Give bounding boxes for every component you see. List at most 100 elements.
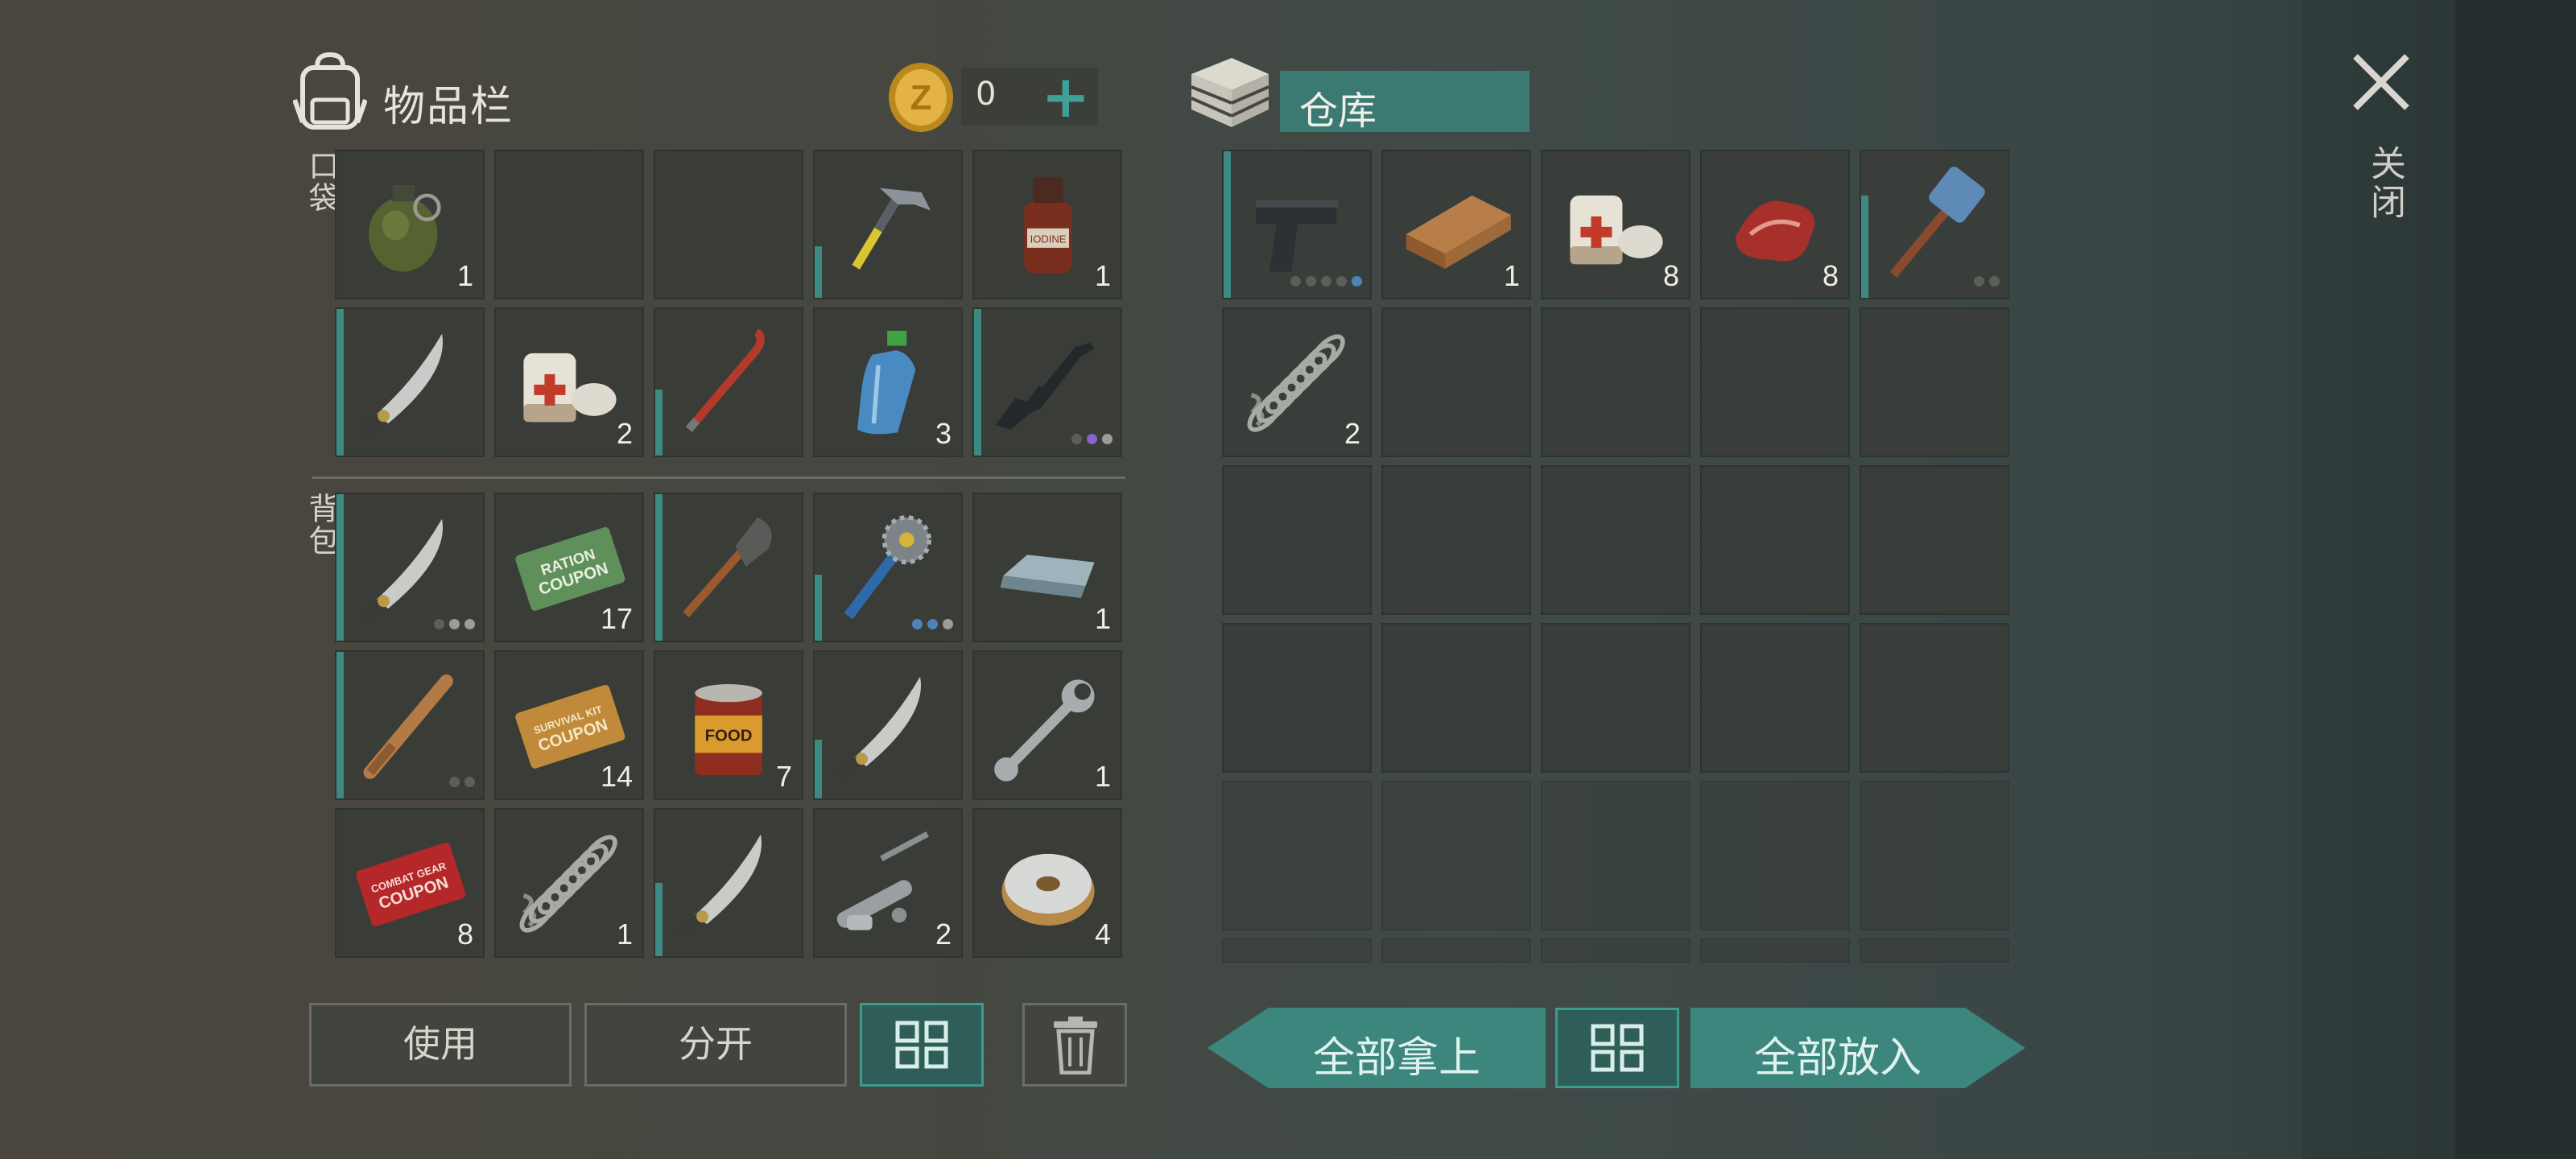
item-count: 2 bbox=[616, 417, 633, 450]
crowbar-icon bbox=[685, 328, 766, 432]
item-slot[interactable]: 4 bbox=[972, 808, 1122, 958]
upgrade-dot bbox=[1974, 276, 1984, 287]
durability-bar bbox=[815, 575, 822, 641]
empty-slot[interactable] bbox=[1381, 781, 1531, 930]
item-slot[interactable] bbox=[335, 307, 485, 457]
saw-club-icon bbox=[844, 515, 931, 620]
item-count: 3 bbox=[935, 417, 952, 450]
machete-icon bbox=[678, 834, 762, 937]
spring-icon bbox=[519, 835, 617, 933]
upgrade-dot bbox=[1352, 276, 1362, 287]
storage-stack-icon bbox=[1191, 58, 1269, 127]
empty-slot[interactable] bbox=[1700, 938, 1850, 963]
durability-bar bbox=[1861, 195, 1868, 298]
empty-slot[interactable] bbox=[1222, 623, 1372, 773]
upgrade-dot bbox=[1290, 276, 1301, 287]
empty-slot[interactable] bbox=[1700, 623, 1850, 773]
item-slot[interactable] bbox=[335, 493, 485, 642]
upgrade-dot bbox=[1989, 276, 2000, 287]
wire-spool-icon bbox=[1001, 853, 1095, 926]
empty-slot[interactable] bbox=[1222, 781, 1372, 930]
close-label[interactable]: 关闭 bbox=[2359, 145, 2410, 222]
item-slot[interactable] bbox=[972, 307, 1122, 457]
item-slot[interactable]: 2 bbox=[813, 808, 963, 958]
item-slot[interactable]: SURVIVAL KIT COUPON 14 bbox=[494, 650, 644, 800]
empty-slot[interactable] bbox=[1381, 307, 1531, 457]
upgrade-dot bbox=[1306, 276, 1316, 287]
combat-gear-coupon-icon: COMBAT GEARCOUPON bbox=[356, 842, 466, 926]
empty-slot[interactable] bbox=[1222, 938, 1372, 963]
item-slot[interactable] bbox=[813, 493, 963, 642]
trash-icon bbox=[1054, 1017, 1097, 1074]
take-all-button[interactable]: 全部拿上 bbox=[1208, 1008, 1546, 1088]
empty-slot[interactable] bbox=[1700, 781, 1850, 930]
item-slot[interactable]: 3 bbox=[813, 307, 963, 457]
item-slot[interactable]: 8 bbox=[1700, 150, 1850, 299]
close-icon[interactable] bbox=[2347, 48, 2415, 116]
item-slot[interactable]: RATION COUPON 17 bbox=[494, 493, 644, 642]
durability-bar bbox=[336, 494, 344, 641]
item-slot[interactable]: 2 bbox=[1222, 307, 1372, 457]
empty-slot[interactable] bbox=[1222, 465, 1372, 615]
item-slot[interactable]: COMBAT GEAR COUPON 8 bbox=[335, 808, 485, 958]
empty-slot[interactable] bbox=[1381, 465, 1531, 615]
empty-slot[interactable] bbox=[1860, 623, 2009, 773]
baseball-bat-icon bbox=[363, 674, 453, 779]
backpack-icon bbox=[293, 52, 367, 130]
put-all-button[interactable]: 全部放入 bbox=[1690, 1008, 2025, 1088]
sort-inventory-button[interactable] bbox=[860, 1003, 984, 1087]
pistol-icon bbox=[1256, 200, 1339, 272]
upgrade-dots bbox=[1974, 276, 2000, 287]
coin-icon: Z bbox=[889, 63, 953, 132]
empty-slot[interactable] bbox=[1860, 781, 2009, 930]
add-coins-button[interactable]: + bbox=[1042, 64, 1090, 129]
item-count: 1 bbox=[1094, 602, 1111, 635]
empty-slot[interactable] bbox=[1541, 465, 1690, 615]
item-slot[interactable]: 8 bbox=[1541, 150, 1690, 299]
item-slot[interactable] bbox=[813, 650, 963, 800]
upgrade-dot bbox=[449, 777, 460, 787]
empty-slot[interactable] bbox=[1381, 938, 1531, 963]
empty-slot[interactable] bbox=[494, 150, 644, 299]
empty-slot[interactable] bbox=[1541, 781, 1690, 930]
empty-slot[interactable] bbox=[1541, 623, 1690, 773]
item-slot[interactable]: 2 bbox=[494, 307, 644, 457]
upgrade-dot bbox=[464, 777, 475, 787]
item-slot[interactable] bbox=[1860, 150, 2009, 299]
empty-slot[interactable] bbox=[1860, 307, 2009, 457]
sort-warehouse-button[interactable] bbox=[1555, 1008, 1679, 1088]
empty-slot[interactable] bbox=[1700, 465, 1850, 615]
item-count: 8 bbox=[1662, 259, 1679, 292]
item-slot[interactable]: FOOD 7 bbox=[654, 650, 803, 800]
empty-slot[interactable] bbox=[1860, 465, 2009, 615]
item-slot[interactable]: 1 bbox=[494, 808, 644, 958]
empty-slot[interactable] bbox=[1541, 938, 1690, 963]
item-slot[interactable] bbox=[1222, 150, 1372, 299]
item-slot[interactable]: 1 bbox=[972, 650, 1122, 800]
item-slot[interactable]: 1 bbox=[1381, 150, 1531, 299]
warehouse-title-tab[interactable]: 仓库 bbox=[1280, 71, 1530, 134]
hammer-icon bbox=[852, 188, 931, 270]
item-slot[interactable] bbox=[813, 150, 963, 299]
upgrade-dot bbox=[912, 619, 923, 629]
section-divider bbox=[312, 476, 1125, 479]
empty-slot[interactable] bbox=[1541, 307, 1690, 457]
delete-button[interactable] bbox=[1022, 1003, 1127, 1087]
item-slot[interactable]: IODINE 1 bbox=[972, 150, 1122, 299]
split-button[interactable]: 分开 bbox=[584, 1003, 847, 1087]
item-slot[interactable] bbox=[335, 650, 485, 800]
empty-slot[interactable] bbox=[1860, 938, 2009, 963]
item-count: 8 bbox=[456, 918, 473, 951]
item-slot[interactable] bbox=[654, 307, 803, 457]
use-button[interactable]: 使用 bbox=[309, 1003, 572, 1087]
item-count: 14 bbox=[600, 760, 633, 793]
durability-bar bbox=[815, 246, 822, 298]
item-slot[interactable]: 1 bbox=[335, 150, 485, 299]
empty-slot[interactable] bbox=[654, 150, 803, 299]
empty-slot[interactable] bbox=[1381, 623, 1531, 773]
item-slot[interactable] bbox=[654, 808, 803, 958]
empty-slot[interactable] bbox=[1700, 307, 1850, 457]
item-slot[interactable] bbox=[654, 493, 803, 642]
item-slot[interactable]: 1 bbox=[972, 493, 1122, 642]
svg-text:FOOD: FOOD bbox=[705, 728, 753, 745]
